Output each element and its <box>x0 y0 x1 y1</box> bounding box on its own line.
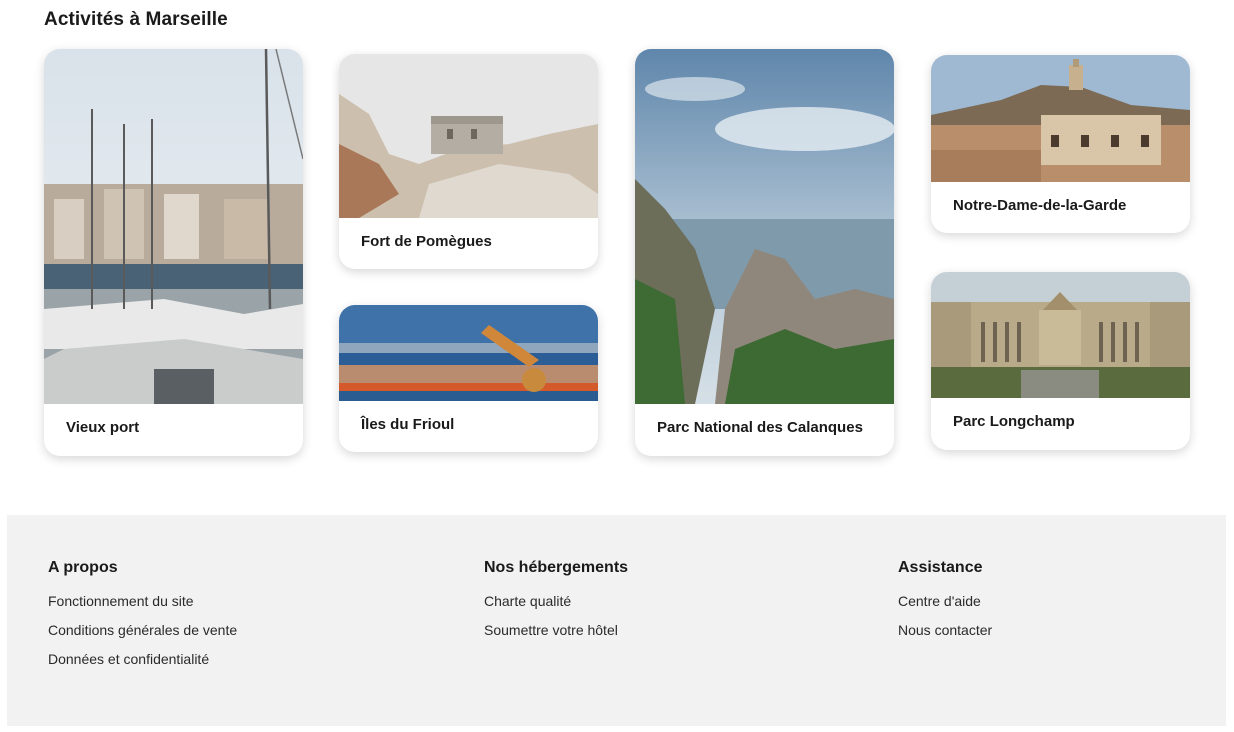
footer-link-charte[interactable]: Charte qualité <box>484 591 628 620</box>
palace-photo <box>931 272 1190 398</box>
footer-link-fonctionnement[interactable]: Fonctionnement du site <box>48 591 237 620</box>
card-iles-du-frioul[interactable]: Îles du Frioul <box>339 305 598 452</box>
card-label: Îles du Frioul <box>361 416 455 433</box>
footer-heading: Nos hébergements <box>484 559 629 576</box>
card-label: Notre-Dame-de-la-Garde <box>953 197 1127 214</box>
card-vieux-port[interactable]: Vieux port <box>44 49 303 456</box>
footer-link-contact[interactable]: Nous contacter <box>898 620 992 649</box>
islands-photo <box>339 305 598 401</box>
footer-link-confidentialite[interactable]: Données et confidentialité <box>48 649 237 678</box>
card-parc-longchamp[interactable]: Parc Longchamp <box>931 272 1190 450</box>
footer-column-hebergements: Nos hébergements Charte qualité Soumettr… <box>484 559 628 649</box>
footer-column-assistance: Assistance Centre d'aide Nous contacter <box>898 559 992 649</box>
card-label: Parc Longchamp <box>953 413 1075 430</box>
footer-link-centre-aide[interactable]: Centre d'aide <box>898 591 992 620</box>
footer-link-conditions[interactable]: Conditions générales de vente <box>48 620 237 649</box>
card-parc-national-des-calanques[interactable]: Parc National des Calanques <box>635 49 894 456</box>
marina-photo <box>44 49 303 404</box>
basilica-photo <box>931 55 1190 182</box>
card-label: Fort de Pomègues <box>361 233 492 250</box>
footer-link-soumettre[interactable]: Soumettre votre hôtel <box>484 620 628 649</box>
card-label: Vieux port <box>66 419 140 436</box>
site-footer: A propos Fonctionnement du site Conditio… <box>7 515 1226 726</box>
card-notre-dame-de-la-garde[interactable]: Notre-Dame-de-la-Garde <box>931 55 1190 233</box>
card-label: Parc National des Calanques <box>657 419 863 436</box>
card-fort-de-pomegues[interactable]: Fort de Pomègues <box>339 54 598 269</box>
calanques-photo <box>635 49 894 404</box>
footer-heading: Assistance <box>898 559 983 576</box>
fort-photo <box>339 54 598 218</box>
section-title: Activités à Marseille <box>44 9 228 30</box>
footer-heading: A propos <box>48 559 118 576</box>
footer-column-about: A propos Fonctionnement du site Conditio… <box>48 559 237 678</box>
